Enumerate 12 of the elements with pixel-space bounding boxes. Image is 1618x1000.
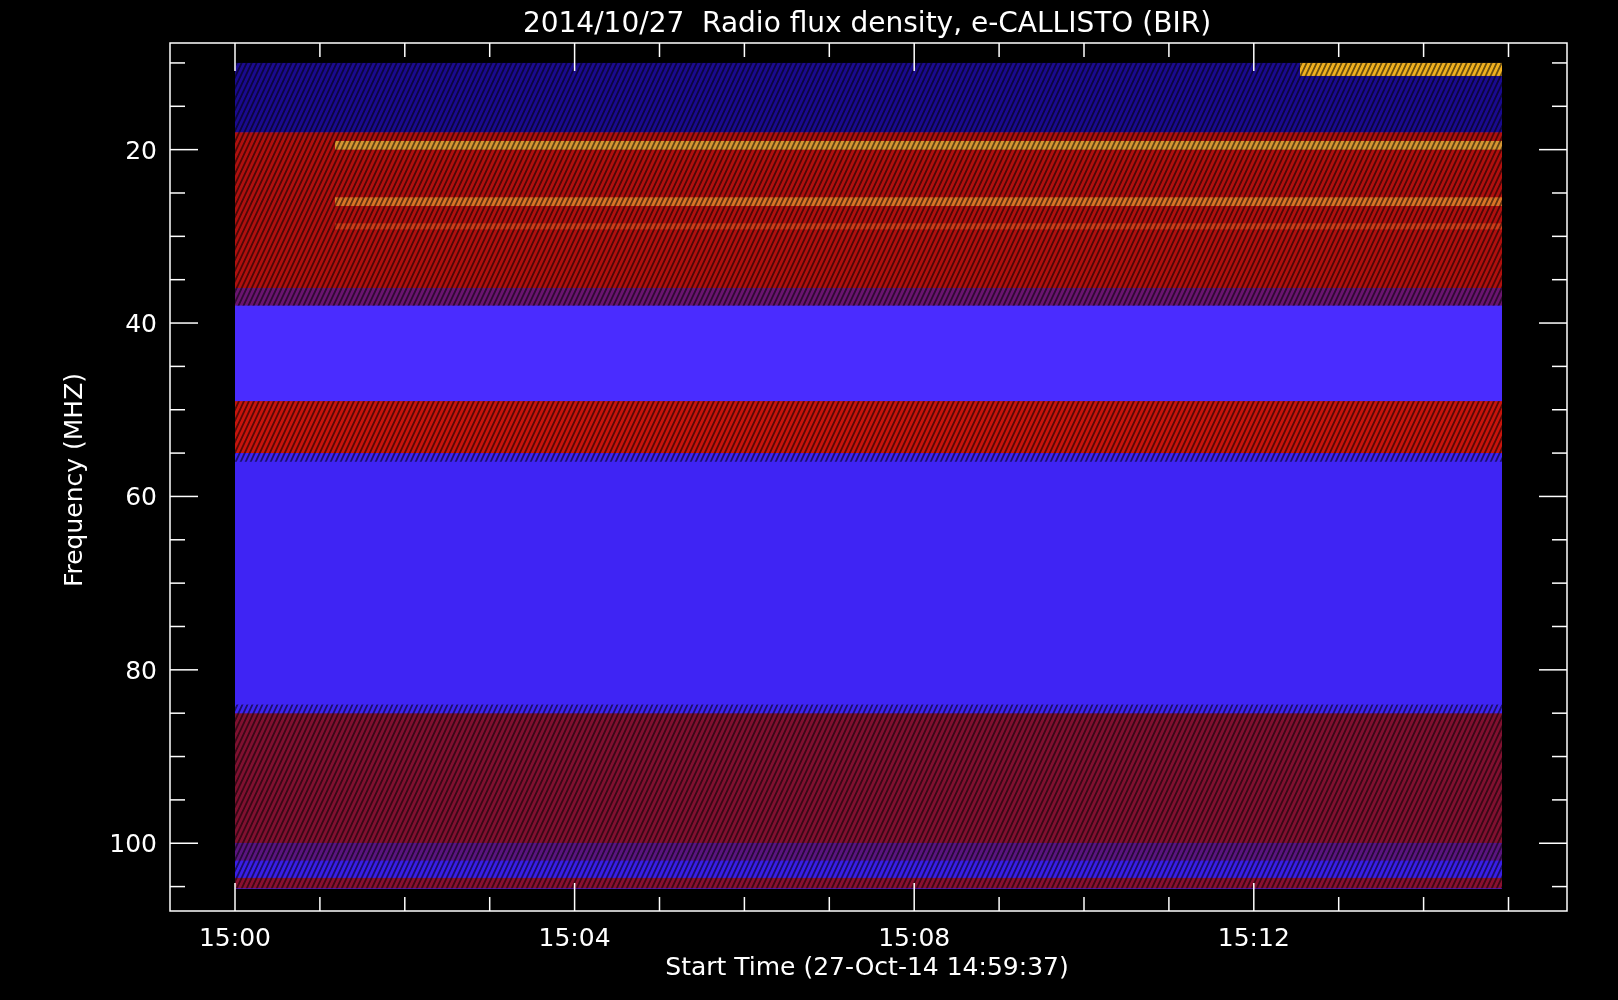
axis-title: Start Time (27-Oct-14 14:59:37)	[665, 952, 1069, 981]
axis-tick-label: 15:00	[199, 923, 271, 952]
axis-tick-label: 100	[109, 829, 157, 859]
axis-tick-label: 40	[125, 309, 157, 339]
axis-tick-label: 20	[125, 135, 157, 165]
axis-tick-label: 80	[125, 655, 157, 685]
chart-title: 2014/10/27 Radio flux density, e-CALLISTO (BIR)	[522, 6, 1212, 39]
axis-tick-label: 15:04	[538, 923, 611, 952]
axis-tick-label: 15:08	[878, 923, 951, 952]
axis-title: Frequency (MHZ)	[59, 372, 88, 588]
axis-tick-label: 15:12	[1217, 923, 1290, 952]
axis-tick-label: 60	[125, 482, 157, 512]
